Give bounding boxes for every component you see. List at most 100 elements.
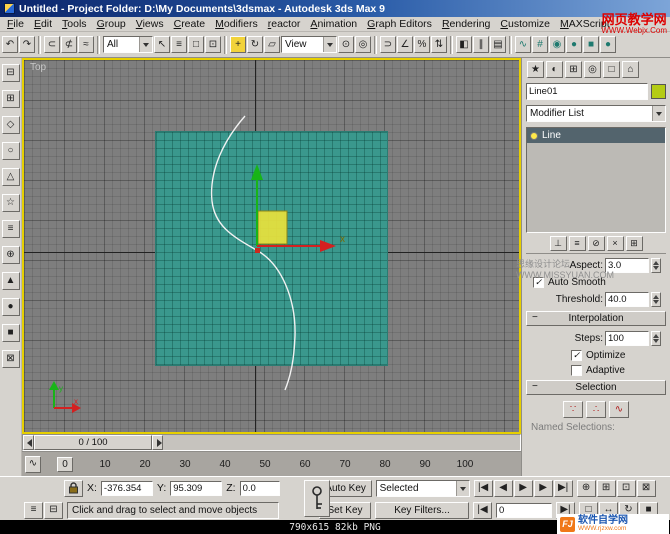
chevron-down-icon[interactable] <box>139 37 152 52</box>
top-viewport[interactable]: x y x Top <box>22 58 521 434</box>
y-coord-input[interactable]: 95.309 <box>170 481 222 496</box>
chevron-down-icon[interactable] <box>652 106 665 121</box>
mirror-icon[interactable]: ◧ <box>456 36 472 53</box>
select-and-scale-icon[interactable]: ▱ <box>264 36 280 53</box>
zoom-extents-all-icon[interactable]: ⊠ <box>637 480 656 497</box>
select-object-icon[interactable]: ↖ <box>154 36 170 53</box>
light-bulb-icon[interactable] <box>530 132 538 140</box>
snap-toggle-icon[interactable]: ⊃ <box>380 36 396 53</box>
menu-item[interactable]: Edit <box>29 18 57 30</box>
listener-lock-icon[interactable]: ⊟ <box>44 502 63 519</box>
threshold-spinner[interactable] <box>651 292 661 307</box>
set-keys-key-button[interactable] <box>304 480 330 517</box>
select-and-link-icon[interactable]: ⊂ <box>44 36 60 53</box>
remove-modifier-icon[interactable]: × <box>607 236 624 251</box>
object-name-input[interactable]: Line01 <box>526 83 648 100</box>
angle-snap-icon[interactable]: ∠ <box>397 36 413 53</box>
interpolation-rollout-header[interactable]: − Interpolation <box>526 311 666 326</box>
key-filters-button[interactable]: Key Filters... <box>375 502 469 519</box>
stack-item-line[interactable]: Line <box>527 128 665 143</box>
select-and-manipulate-icon[interactable]: ◎ <box>355 36 371 53</box>
use-pivot-point-icon[interactable]: ⊙ <box>338 36 354 53</box>
previous-key-icon[interactable]: |◀ <box>473 502 492 519</box>
play-animation-icon[interactable]: ▶ <box>514 480 533 497</box>
select-by-name-icon[interactable]: ≡ <box>171 36 187 53</box>
docked-tool-7-icon[interactable]: ≡ <box>2 220 20 238</box>
optimize-checkbox[interactable]: ✓ <box>571 350 582 361</box>
menu-item[interactable]: Graph Editors <box>362 18 437 30</box>
docked-tool-2-icon[interactable]: ⊞ <box>2 90 20 108</box>
chevron-down-icon[interactable] <box>323 37 336 52</box>
time-slider-right-arrow-icon[interactable] <box>152 435 163 450</box>
vertex-select-icon[interactable]: ∵ <box>563 401 583 418</box>
viewport-name-label[interactable]: Top <box>30 62 46 73</box>
make-unique-icon[interactable]: ⊘ <box>588 236 605 251</box>
unlink-selection-icon[interactable]: ⊄ <box>61 36 77 53</box>
mini-curve-editor-icon[interactable]: ∿ <box>25 456 41 473</box>
select-and-move-icon[interactable]: + <box>230 36 246 53</box>
reference-coordinate-dropdown[interactable]: View <box>281 36 337 53</box>
docked-tool-9-icon[interactable]: ▲ <box>2 272 20 290</box>
chevron-down-icon[interactable] <box>456 481 469 496</box>
docked-tool-11-icon[interactable]: ■ <box>2 324 20 342</box>
steps-input[interactable]: 100 <box>605 331 649 346</box>
percent-snap-icon[interactable]: % <box>414 36 430 53</box>
redo-icon[interactable]: ↷ <box>19 36 35 53</box>
time-slider-left-arrow-icon[interactable] <box>23 435 34 450</box>
docked-tool-12-icon[interactable]: ⊠ <box>2 350 20 368</box>
spinner-snap-icon[interactable]: ⇅ <box>431 36 447 53</box>
steps-spinner[interactable] <box>651 331 661 346</box>
configure-modifier-sets-icon[interactable]: ⊞ <box>626 236 643 251</box>
hierarchy-tab-icon[interactable]: ⊞ <box>565 61 582 78</box>
next-frame-icon[interactable]: ▶ <box>534 480 553 497</box>
schematic-view-icon[interactable]: # <box>532 36 548 53</box>
menu-item[interactable]: Create <box>169 18 211 30</box>
go-to-end-icon[interactable]: ▶| <box>554 480 573 497</box>
zoom-icon[interactable]: ⊕ <box>577 480 596 497</box>
menu-item[interactable]: Views <box>131 18 169 30</box>
spline-select-icon[interactable]: ∿ <box>609 401 629 418</box>
docked-tool-5-icon[interactable]: △ <box>2 168 20 186</box>
previous-frame-icon[interactable]: ◀ <box>494 480 513 497</box>
curve-editor-icon[interactable]: ∿ <box>515 36 531 53</box>
rectangular-selection-region-icon[interactable]: □ <box>188 36 204 53</box>
bind-to-space-warp-icon[interactable]: ≈ <box>78 36 94 53</box>
align-icon[interactable]: ∥ <box>473 36 489 53</box>
key-filter-selected-dropdown[interactable]: Selected <box>376 480 470 497</box>
zoom-all-icon[interactable]: ⊞ <box>597 480 616 497</box>
current-frame-input[interactable]: 0 <box>496 503 552 518</box>
modifier-list-dropdown[interactable]: Modifier List <box>526 105 666 122</box>
lock-selection-icon[interactable] <box>64 480 83 497</box>
x-coord-input[interactable]: -376.354 <box>101 481 153 496</box>
time-slider-handle[interactable]: 0 / 100 <box>34 435 152 450</box>
motion-tab-icon[interactable]: ◎ <box>584 61 601 78</box>
segment-select-icon[interactable]: ∴ <box>586 401 606 418</box>
menu-item[interactable]: File <box>2 18 29 30</box>
docked-tool-1-icon[interactable]: ⊟ <box>2 64 20 82</box>
modifier-stack[interactable]: Line <box>526 127 666 233</box>
docked-tool-3-icon[interactable]: ◇ <box>2 116 20 134</box>
modify-tab-icon[interactable]: ◐ <box>546 61 563 78</box>
material-editor-icon[interactable]: ◉ <box>549 36 565 53</box>
selection-filter-dropdown[interactable]: All <box>103 36 153 53</box>
docked-tool-8-icon[interactable]: ⊕ <box>2 246 20 264</box>
create-tab-icon[interactable]: ★ <box>527 61 544 78</box>
undo-icon[interactable]: ↶ <box>2 36 18 53</box>
display-tab-icon[interactable]: □ <box>603 61 620 78</box>
menu-item[interactable]: reactor <box>263 18 306 30</box>
render-type-icon[interactable]: ■ <box>583 36 599 53</box>
utilities-tab-icon[interactable]: ⌂ <box>622 61 639 78</box>
window-crossing-toggle-icon[interactable]: ⊡ <box>205 36 221 53</box>
menu-item[interactable]: Animation <box>305 18 362 30</box>
docked-tool-6-icon[interactable]: ☆ <box>2 194 20 212</box>
threshold-input[interactable]: 40.0 <box>605 292 649 307</box>
menu-item[interactable]: Rendering <box>437 18 495 30</box>
menu-item[interactable]: Tools <box>57 18 92 30</box>
selection-rollout-header[interactable]: − Selection <box>526 380 666 395</box>
docked-tool-4-icon[interactable]: ○ <box>2 142 20 160</box>
adaptive-checkbox[interactable] <box>571 365 582 376</box>
mini-listener-icon[interactable]: ≡ <box>24 502 43 519</box>
show-end-result-icon[interactable]: ≡ <box>569 236 586 251</box>
menu-item[interactable]: Modifiers <box>210 18 263 30</box>
pin-stack-icon[interactable]: ⊥ <box>550 236 567 251</box>
